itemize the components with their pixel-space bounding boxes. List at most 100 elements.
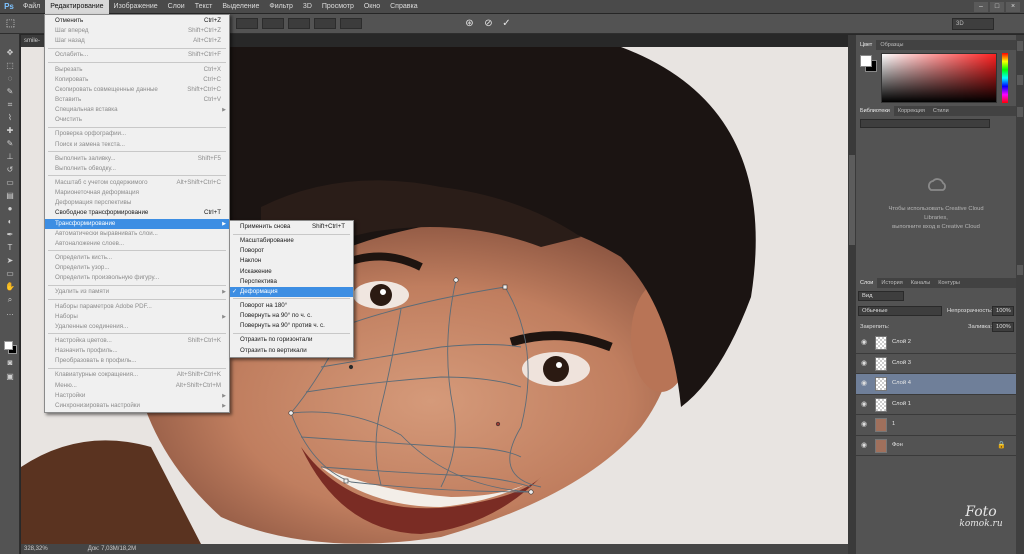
- menu-item[interactable]: Автоналожение слоев...: [45, 239, 229, 249]
- menu-item[interactable]: Свободное трансформирование Ctrl+T: [45, 208, 229, 218]
- eye-icon[interactable]: ◉: [861, 421, 869, 429]
- color-picker-field[interactable]: [881, 53, 997, 103]
- panel-tab[interactable]: Цвет: [856, 40, 877, 50]
- lasso-tool-icon[interactable]: ◌: [0, 72, 20, 85]
- menu-item[interactable]: Вырезать Ctrl+X: [45, 65, 229, 75]
- maximize-icon[interactable]: □: [990, 2, 1004, 12]
- marquee-tool-icon[interactable]: ⬚: [0, 59, 20, 72]
- menu-item[interactable]: Марионеточная деформация: [45, 188, 229, 198]
- menu-item[interactable]: Преобразовать в профиль...: [45, 356, 229, 366]
- panel-tab[interactable]: Библиотеки: [856, 106, 894, 116]
- menu-item[interactable]: Удалить из памяти ▶: [45, 287, 229, 297]
- minimize-icon[interactable]: –: [974, 2, 988, 12]
- eye-icon[interactable]: ◉: [861, 380, 869, 388]
- menu-item[interactable]: Настройки ▶: [45, 391, 229, 401]
- panel-collapse-icon[interactable]: [1017, 41, 1023, 51]
- option-field[interactable]: [236, 18, 258, 29]
- stamp-tool-icon[interactable]: ⊥: [0, 150, 20, 163]
- dodge-tool-icon[interactable]: ◐: [0, 215, 20, 228]
- menu-item[interactable]: Определить произвольную фигуру...: [45, 273, 229, 283]
- menu-item[interactable]: Проверка орфографии...: [45, 129, 229, 139]
- path-select-icon[interactable]: ➤: [0, 254, 20, 267]
- layer-row[interactable]: ◉ Слой 3: [856, 353, 1016, 374]
- layer-row[interactable]: ◉ Слой 2: [856, 333, 1016, 354]
- option-field[interactable]: [262, 18, 284, 29]
- eye-icon[interactable]: ◉: [861, 339, 869, 347]
- panel-icon[interactable]: [1017, 265, 1023, 275]
- warp-tool-icon[interactable]: ⬚: [4, 17, 17, 30]
- close-icon[interactable]: ×: [1006, 2, 1020, 12]
- menu-item[interactable]: Масштаб с учетом содержимого Alt+Shift+Ct…: [45, 178, 229, 188]
- option-field[interactable]: [288, 18, 310, 29]
- warp-mode-icon[interactable]: ⊛: [463, 17, 476, 30]
- panel-tab[interactable]: Контуры: [934, 278, 964, 288]
- gradient-tool-icon[interactable]: ▤: [0, 189, 20, 202]
- menu-item[interactable]: Выполнить заливку... Shift+F5: [45, 154, 229, 164]
- menu-item[interactable]: Назначить профиль...: [45, 346, 229, 356]
- menu-item[interactable]: Трансформирование ▶: [45, 218, 229, 229]
- menu-item[interactable]: Очистить: [45, 115, 229, 125]
- option-field[interactable]: [314, 18, 336, 29]
- menu-item[interactable]: Удаленные соединения...: [45, 322, 229, 332]
- commit-transform-icon[interactable]: ✓: [500, 17, 513, 30]
- panel-tab[interactable]: Каналы: [907, 278, 935, 288]
- cancel-transform-icon[interactable]: ⊘: [482, 17, 495, 30]
- menu-item[interactable]: Деформация перспективы: [45, 198, 229, 208]
- menu-9[interactable]: Окно: [359, 0, 385, 14]
- menu-item[interactable]: Поиск и замена текста...: [45, 140, 229, 150]
- zoom-tool-icon[interactable]: ⌕: [0, 293, 20, 306]
- library-select[interactable]: [860, 119, 990, 128]
- menu-item[interactable]: Специальная вставка ▶: [45, 105, 229, 115]
- menu-item[interactable]: Поворот: [230, 246, 353, 256]
- menu-item[interactable]: Выполнить обводку...: [45, 164, 229, 174]
- menu-item[interactable]: Масштабирование: [230, 236, 353, 246]
- type-tool-icon[interactable]: T: [0, 241, 20, 254]
- menu-3[interactable]: Слои: [163, 0, 190, 14]
- hand-tool-icon[interactable]: ✋: [0, 280, 20, 293]
- menu-item[interactable]: Настройка цветов... Shift+Ctrl+K: [45, 336, 229, 346]
- menu-item[interactable]: Деформация ✓: [230, 286, 353, 297]
- panel-tab[interactable]: Слои: [856, 278, 878, 288]
- pen-tool-icon[interactable]: ✒: [0, 228, 20, 241]
- quick-select-icon[interactable]: ✎: [0, 85, 20, 98]
- history-brush-icon[interactable]: ↺: [0, 163, 20, 176]
- menu-item[interactable]: Синхронизировать настройки ▶: [45, 401, 229, 411]
- menu-item[interactable]: Клавиатурные сокращения... Alt+Shift+Ctrl…: [45, 370, 229, 380]
- panel-icon[interactable]: [1017, 75, 1023, 85]
- opacity-field[interactable]: 100%: [992, 306, 1014, 316]
- menu-item[interactable]: Поворот на 180°: [230, 301, 353, 311]
- menu-item[interactable]: Вставить Ctrl+V: [45, 95, 229, 105]
- panel-tab[interactable]: История: [877, 278, 906, 288]
- menu-item[interactable]: Ослабить... Shift+Ctrl+F: [45, 50, 229, 60]
- vertical-scrollbar[interactable]: [848, 35, 856, 554]
- menu-item[interactable]: Меню... Alt+Shift+Ctrl+M: [45, 381, 229, 391]
- eye-icon[interactable]: ◉: [861, 442, 869, 450]
- menu-item[interactable]: Шаг назад Alt+Ctrl+Z: [45, 36, 229, 46]
- menu-item[interactable]: Наборы параметров Adobe PDF...: [45, 302, 229, 312]
- panel-tab[interactable]: Образцы: [876, 40, 907, 50]
- foreground-color-swatch[interactable]: [4, 341, 13, 350]
- menu-item[interactable]: Автоматически выравнивать слои...: [45, 229, 229, 239]
- panel-tab[interactable]: Стили: [929, 106, 953, 116]
- fill-field[interactable]: 100%: [992, 322, 1014, 332]
- eye-icon[interactable]: ◉: [861, 360, 869, 368]
- scrollbar-thumb[interactable]: [849, 155, 855, 245]
- screen-mode-icon[interactable]: ▣: [0, 370, 20, 383]
- menu-item[interactable]: Перспектива: [230, 277, 353, 287]
- eraser-tool-icon[interactable]: ▭: [0, 176, 20, 189]
- menu-4[interactable]: Текст: [190, 0, 218, 14]
- menu-item[interactable]: Наборы ▶: [45, 312, 229, 322]
- menu-6[interactable]: Фильтр: [264, 0, 298, 14]
- menu-5[interactable]: Выделение: [217, 0, 264, 14]
- crop-tool-icon[interactable]: ⌗: [0, 98, 20, 111]
- zoom-level[interactable]: 328,32%: [24, 546, 48, 552]
- blur-tool-icon[interactable]: ●: [0, 202, 20, 215]
- menu-8[interactable]: Просмотр: [317, 0, 359, 14]
- panel-icon[interactable]: [1017, 107, 1023, 117]
- menu-2[interactable]: Изображение: [109, 0, 163, 14]
- menu-item[interactable]: Применить снова Shift+Ctrl+T: [230, 222, 353, 232]
- shape-tool-icon[interactable]: ▭: [0, 267, 20, 280]
- foreground-swatch[interactable]: [860, 55, 872, 67]
- menu-0[interactable]: Файл: [18, 0, 45, 14]
- menu-7[interactable]: 3D: [298, 0, 317, 14]
